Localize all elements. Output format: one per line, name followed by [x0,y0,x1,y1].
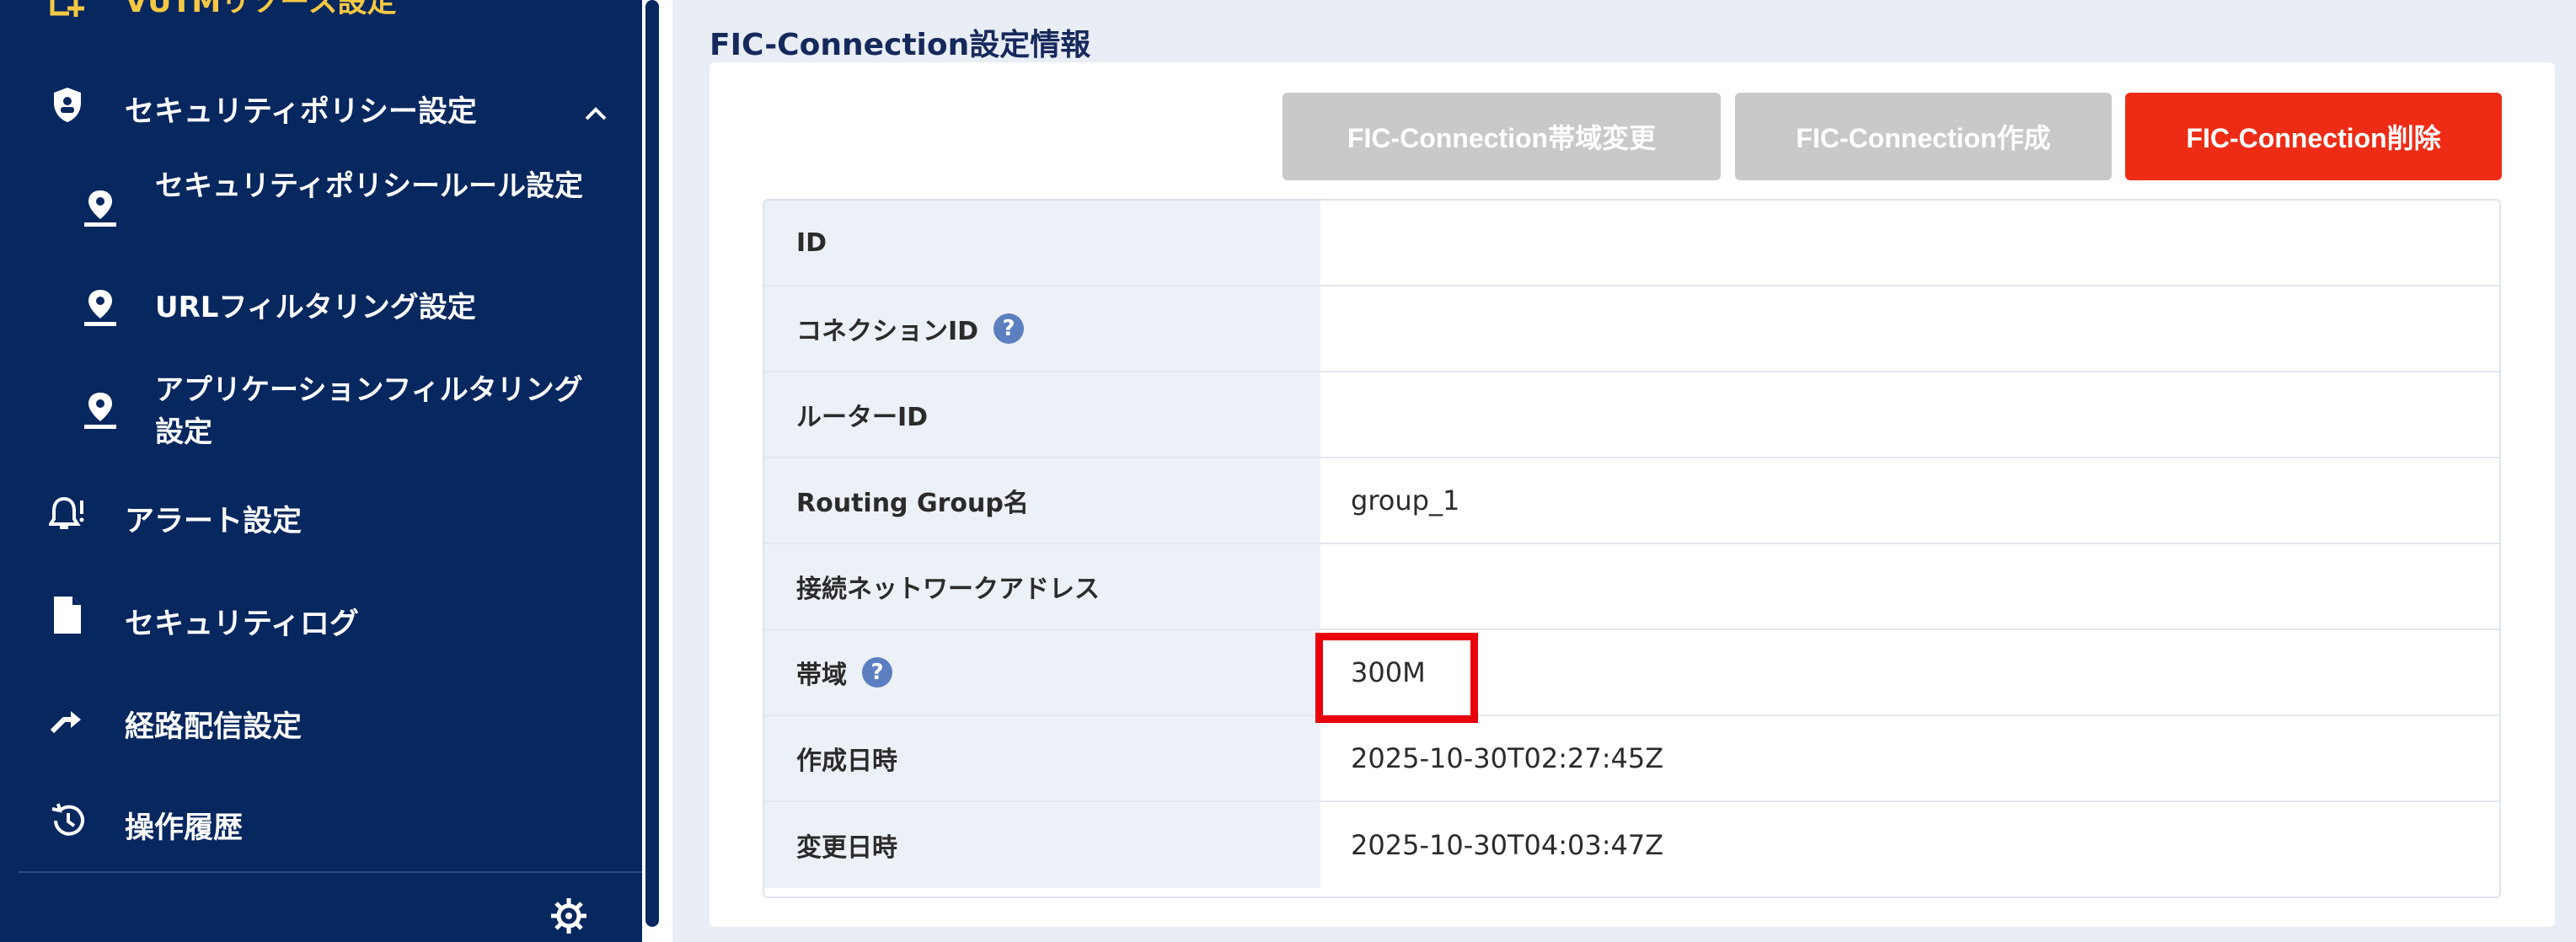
table-row: 帯域 ? 300M [764,630,2499,716]
sidebar-item-security-policy[interactable]: セキュリティポリシー設定 [0,81,642,129]
sidebar-scrollbar-thumb[interactable] [645,0,659,927]
sidebar-subitem-app-filtering[interactable]: アプリケーションフィルタリング設定 [0,369,642,453]
sidebar: VUTMリソース設定 セキュリティポリシー設定 セキュリティポリシールール設定 … [0,0,642,942]
table-row: ルーターID [764,372,2499,458]
sidebar-item-label: セキュリティログ [125,607,359,641]
sidebar-item-label: セキュリティポリシー設定 [125,95,477,129]
table-row: 変更日時 2025-10-30T04:03:47Z [764,802,2499,888]
shield-icon [47,84,88,125]
resource-icon [47,0,88,25]
sidebar-subitem-policy-rule[interactable]: セキュリティポリシールール設定 [0,165,642,249]
row-value: 2025-10-30T04:03:47Z [1351,829,1664,861]
row-label: ルーターID [764,372,1320,457]
row-value: 300M [1351,656,1426,688]
sidebar-subitem-label: アプリケーションフィルタリング設定 [155,373,583,449]
row-label: Routing Group名 [764,458,1320,543]
table-row: 接続ネットワークアドレス [764,544,2499,630]
row-value [1320,286,2499,371]
row-value: group_1 [1351,484,1460,516]
row-label: コネクションID [796,317,979,346]
row-label: 変更日時 [764,802,1320,888]
chevron-up-icon[interactable] [583,96,608,120]
document-icon [47,595,88,635]
pin-icon [81,187,120,229]
section-title: FIC-Connection設定情報 [710,28,1091,62]
pin-icon [81,286,120,329]
table-row: ID [764,201,2499,286]
sidebar-subitem-url-filtering[interactable]: URLフィルタリング設定 [0,286,642,329]
highlight-box [1315,633,1478,723]
turn-arrow-icon [47,699,88,740]
row-value [1320,544,2499,629]
change-bandwidth-button[interactable]: FIC-Connection帯域変更 [1283,93,1721,180]
pin-icon [81,389,120,431]
table-row: 作成日時 2025-10-30T02:27:45Z [764,716,2499,802]
sidebar-item-route-distribution[interactable]: 経路配信設定 [0,696,642,744]
sidebar-item-alert[interactable]: アラート設定 [0,490,642,538]
help-icon[interactable]: ? [993,313,1025,344]
row-label: ID [764,201,1320,285]
table-row: コネクションID ? [764,286,2499,372]
row-label: 帯域 [796,661,847,690]
help-icon[interactable]: ? [862,657,892,688]
table-row: Routing Group名 group_1 [764,458,2499,544]
sidebar-item-operation-history[interactable]: 操作履歴 [0,797,642,845]
fic-connection-table: ID コネクションID ? ルーターID Routing Group名 grou… [763,199,2501,898]
delete-connection-button[interactable]: FIC-Connection削除 [2125,93,2502,180]
sidebar-subitem-label: URLフィルタリング設定 [155,291,476,324]
row-label: 作成日時 [764,716,1320,800]
row-value [1320,201,2499,285]
sidebar-divider [19,871,642,873]
row-label-cell: 帯域 ? [764,630,1320,715]
gear-icon[interactable] [548,895,590,937]
sidebar-item-label: 経路配信設定 [125,710,303,744]
sidebar-item-label: 操作履歴 [125,811,244,845]
row-value: 2025-10-30T02:27:45Z [1351,742,1664,774]
create-connection-button[interactable]: FIC-Connection作成 [1735,93,2112,180]
sidebar-item-security-log[interactable]: セキュリティログ [0,593,642,641]
bell-icon [47,494,88,534]
row-label: 接続ネットワークアドレス [764,544,1320,629]
sidebar-item-vutm-resource[interactable]: VUTMリソース設定 [0,0,642,32]
sidebar-item-label: アラート設定 [125,505,303,538]
sidebar-item-label: VUTMリソース設定 [125,0,397,19]
row-value [1320,372,2499,457]
history-icon [47,800,88,841]
sidebar-subitem-label: セキュリティポリシールール設定 [155,169,583,203]
row-label-cell: コネクションID ? [764,286,1320,371]
